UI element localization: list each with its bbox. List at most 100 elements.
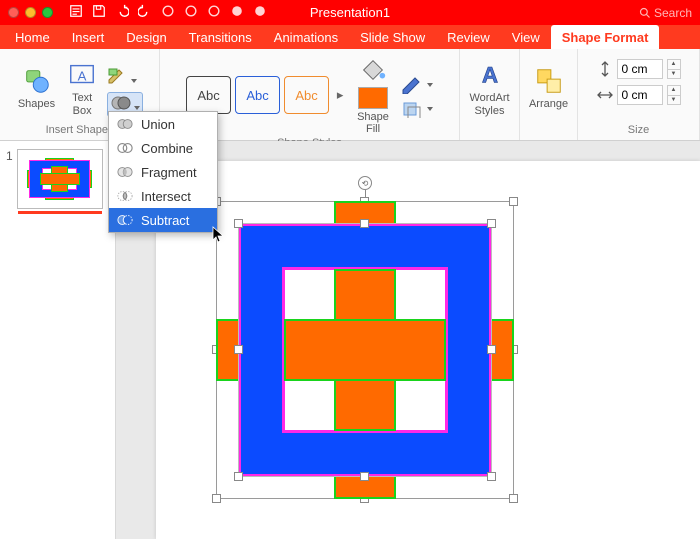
shape-fill-button[interactable]: Shape Fill bbox=[355, 53, 391, 137]
undo-icon[interactable] bbox=[115, 4, 129, 21]
edit-shape-button[interactable] bbox=[107, 67, 143, 88]
resize-handle-w[interactable] bbox=[234, 345, 243, 354]
menu-item-label: Intersect bbox=[141, 189, 191, 204]
style-gallery[interactable]: Abc Abc Abc ▸ bbox=[186, 76, 347, 114]
effects-icon bbox=[401, 100, 423, 118]
gallery-more-button[interactable]: ▸ bbox=[333, 76, 347, 114]
qat-menu-icon[interactable] bbox=[69, 4, 83, 21]
menu-item-label: Fragment bbox=[141, 165, 197, 180]
document-title: Presentation1 bbox=[310, 5, 390, 20]
window-titlebar: Presentation1 Search bbox=[0, 0, 700, 25]
menu-item-intersect[interactable]: Intersect bbox=[109, 184, 217, 208]
redo-icon[interactable] bbox=[138, 4, 152, 21]
shapes-label: Shapes bbox=[18, 98, 55, 110]
tab-home[interactable]: Home bbox=[4, 25, 61, 49]
shape-outline-button[interactable] bbox=[401, 76, 433, 94]
fill-color-swatch bbox=[358, 87, 388, 109]
style-swatch[interactable]: Abc bbox=[284, 76, 329, 114]
resize-handle-e[interactable] bbox=[487, 345, 496, 354]
arrange-label: Arrange bbox=[529, 98, 568, 110]
arrange-icon bbox=[534, 66, 564, 96]
slide-thumbnail-panel: 1 bbox=[0, 141, 116, 539]
tab-insert[interactable]: Insert bbox=[61, 25, 116, 49]
tab-slide-show[interactable]: Slide Show bbox=[349, 25, 436, 49]
subtract-icon bbox=[117, 213, 133, 227]
group-size: ▲▼ ▲▼ Size bbox=[578, 49, 700, 140]
shapes-icon bbox=[22, 66, 52, 96]
window-zoom-button[interactable] bbox=[42, 7, 53, 18]
wordart-label: WordArt Styles bbox=[469, 92, 509, 116]
text-box-button[interactable]: A Text Box bbox=[65, 58, 99, 118]
ribbon-tabs: Home Insert Design Transitions Animation… bbox=[0, 25, 700, 49]
shape-width-input[interactable] bbox=[617, 85, 663, 105]
pen-icon bbox=[401, 76, 423, 94]
menu-item-union[interactable]: Union bbox=[109, 112, 217, 136]
height-stepper[interactable]: ▲▼ bbox=[667, 59, 681, 79]
tab-transitions[interactable]: Transitions bbox=[178, 25, 263, 49]
menu-item-label: Combine bbox=[141, 141, 193, 156]
save-icon[interactable] bbox=[92, 4, 106, 21]
shape-height-input[interactable] bbox=[617, 59, 663, 79]
window-minimize-button[interactable] bbox=[25, 7, 36, 18]
menu-item-combine[interactable]: Combine bbox=[109, 136, 217, 160]
resize-handle-se[interactable] bbox=[487, 472, 496, 481]
style-swatch[interactable]: Abc bbox=[186, 76, 231, 114]
frame-selection-box[interactable] bbox=[238, 223, 492, 477]
resize-handle-nw[interactable] bbox=[234, 219, 243, 228]
tab-animations[interactable]: Animations bbox=[263, 25, 349, 49]
tab-design[interactable]: Design bbox=[115, 25, 177, 49]
menu-item-subtract[interactable]: Subtract bbox=[109, 208, 217, 232]
mouse-cursor-icon bbox=[212, 226, 226, 244]
group-wordart: A WordArt Styles bbox=[460, 49, 520, 140]
fragment-icon bbox=[117, 165, 133, 179]
search-icon bbox=[639, 7, 651, 19]
tab-view[interactable]: View bbox=[501, 25, 551, 49]
qat-slot-icon[interactable] bbox=[184, 4, 198, 21]
group-label: Insert Shapes bbox=[46, 124, 114, 138]
workspace: 1 ⟲ bbox=[0, 141, 700, 539]
merge-shapes-menu: Union Combine Fragment Intersect Subtrac… bbox=[108, 111, 218, 233]
wordart-icon: A bbox=[475, 60, 505, 90]
qat-slot-icon[interactable] bbox=[161, 4, 175, 21]
search-placeholder: Search bbox=[654, 6, 692, 20]
combine-icon bbox=[117, 141, 133, 155]
window-close-button[interactable] bbox=[8, 7, 19, 18]
width-stepper[interactable]: ▲▼ bbox=[667, 85, 681, 105]
qat-slot-icon[interactable] bbox=[207, 4, 221, 21]
slide-thumbnail[interactable] bbox=[17, 149, 103, 209]
intersect-icon bbox=[117, 189, 133, 203]
resize-handle-n[interactable] bbox=[360, 219, 369, 228]
group-label: Size bbox=[628, 124, 649, 138]
ribbon: Shapes A Text Box Insert Shapes Abc Abc … bbox=[0, 49, 700, 141]
tab-review[interactable]: Review bbox=[436, 25, 501, 49]
tab-shape-format[interactable]: Shape Format bbox=[551, 25, 660, 49]
svg-text:A: A bbox=[78, 69, 87, 84]
menu-item-fragment[interactable]: Fragment bbox=[109, 160, 217, 184]
slide-number: 1 bbox=[6, 149, 13, 209]
search-box[interactable]: Search bbox=[639, 6, 692, 20]
qat-slot-icon[interactable] bbox=[253, 4, 267, 21]
menu-item-label: Subtract bbox=[141, 213, 189, 228]
text-box-icon: A bbox=[67, 60, 97, 90]
quick-access-toolbar bbox=[69, 4, 267, 21]
menu-item-label: Union bbox=[141, 117, 175, 132]
paint-bucket-icon bbox=[358, 55, 388, 85]
qat-slot-icon[interactable] bbox=[230, 4, 244, 21]
wordart-styles-button[interactable]: A WordArt Styles bbox=[467, 58, 511, 118]
style-swatch[interactable]: Abc bbox=[235, 76, 280, 114]
height-icon bbox=[597, 61, 613, 77]
shape-effects-button[interactable] bbox=[401, 100, 433, 118]
shapes-button[interactable]: Shapes bbox=[16, 64, 57, 112]
text-box-label: Text Box bbox=[72, 92, 92, 116]
resize-handle-s[interactable] bbox=[360, 472, 369, 481]
shape-fill-label: Shape Fill bbox=[357, 111, 389, 135]
rotation-handle[interactable]: ⟲ bbox=[358, 176, 372, 190]
svg-text:A: A bbox=[481, 63, 497, 88]
resize-handle-ne[interactable] bbox=[487, 219, 496, 228]
arrange-button[interactable]: Arrange bbox=[527, 64, 570, 112]
group-arrange: Arrange bbox=[520, 49, 578, 140]
width-icon bbox=[597, 87, 613, 103]
window-controls bbox=[8, 7, 53, 18]
resize-handle-sw[interactable] bbox=[234, 472, 243, 481]
union-icon bbox=[117, 117, 133, 131]
